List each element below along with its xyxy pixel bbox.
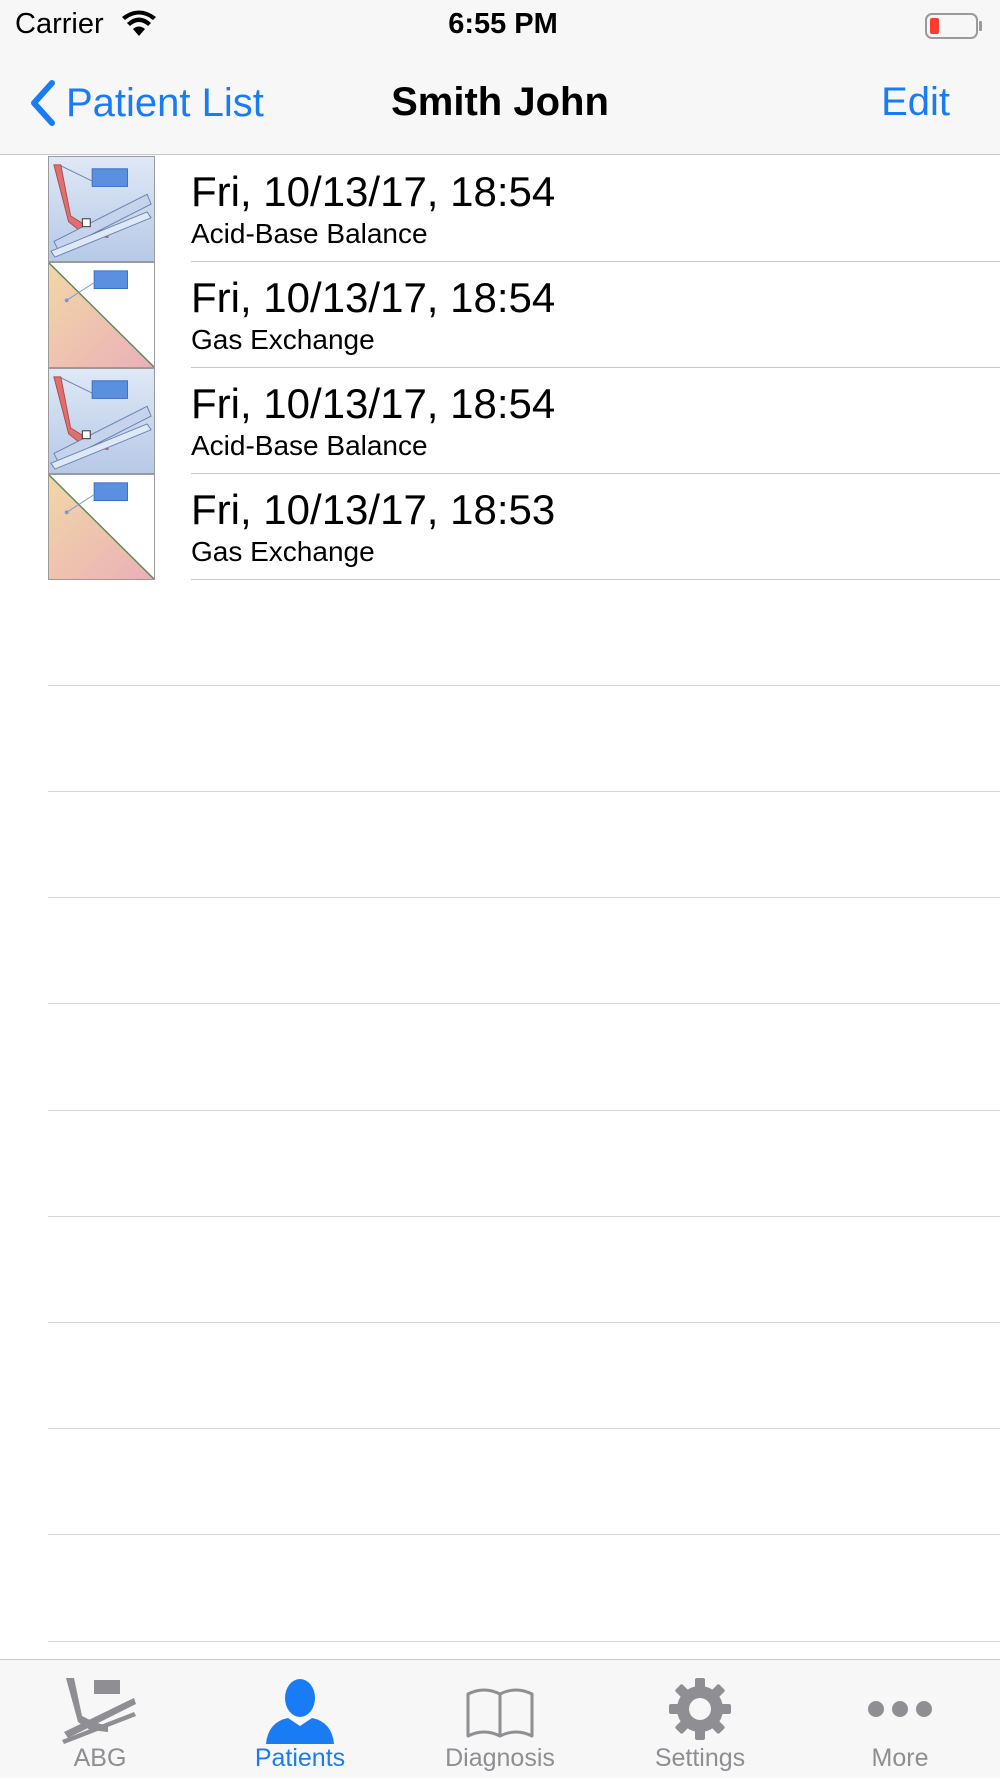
empty-row-divider (48, 791, 1000, 792)
battery-icon (925, 13, 982, 39)
list-item[interactable]: Fri, 10/13/17, 18:54 Gas Exchange (0, 262, 1000, 368)
records-list: Fri, 10/13/17, 18:54 Acid-Base Balance F… (0, 156, 1000, 1659)
gas-exchange-chart-icon (48, 262, 155, 368)
record-date: Fri, 10/13/17, 18:54 (191, 168, 556, 215)
list-item[interactable]: Fri, 10/13/17, 18:54 Acid-Base Balance (0, 368, 1000, 474)
tab-label: Patients (254, 1744, 346, 1772)
acid-base-chart-icon (48, 156, 155, 262)
tab-label: Diagnosis (445, 1744, 555, 1772)
status-bar: Carrier 6:55 PM (0, 0, 1000, 50)
record-type: Gas Exchange (191, 536, 375, 567)
list-item[interactable]: Fri, 10/13/17, 18:54 Acid-Base Balance (0, 156, 1000, 262)
empty-row-divider (48, 1322, 1000, 1323)
record-date: Fri, 10/13/17, 18:54 (191, 274, 556, 321)
tab-label: ABG (73, 1744, 127, 1772)
acid-base-chart-icon (48, 368, 155, 474)
empty-row-divider (48, 1003, 1000, 1004)
tab-bar: ABG Patients Diagnosis Settings More (0, 1659, 1000, 1778)
tab-abg[interactable]: ABG (0, 1660, 200, 1779)
empty-row-divider (48, 1110, 1000, 1111)
empty-row-divider (48, 1428, 1000, 1429)
gear-icon (669, 1678, 731, 1740)
gas-exchange-chart-icon (48, 474, 155, 580)
record-type: Acid-Base Balance (191, 430, 428, 461)
empty-row-divider (48, 897, 1000, 898)
tab-label: Settings (654, 1744, 746, 1772)
list-item[interactable]: Fri, 10/13/17, 18:53 Gas Exchange (0, 474, 1000, 580)
row-divider (191, 579, 1000, 580)
tab-patients[interactable]: Patients (200, 1660, 400, 1779)
record-date: Fri, 10/13/17, 18:53 (191, 486, 556, 533)
navigation-bar: Patient List Smith John Edit (0, 50, 1000, 155)
edit-button[interactable]: Edit (881, 80, 950, 125)
record-date: Fri, 10/13/17, 18:54 (191, 380, 556, 427)
empty-row-divider (48, 1641, 1000, 1642)
person-icon (266, 1679, 334, 1744)
record-type: Gas Exchange (191, 324, 375, 355)
status-time: 6:55 PM (448, 8, 558, 40)
book-icon (466, 1688, 534, 1738)
empty-row-divider (48, 1216, 1000, 1217)
empty-row-divider (48, 1534, 1000, 1535)
tab-diagnosis[interactable]: Diagnosis (400, 1660, 600, 1779)
tab-settings[interactable]: Settings (600, 1660, 800, 1779)
abg-chart-icon (62, 1678, 136, 1744)
tab-more[interactable]: More (800, 1660, 1000, 1779)
record-type: Acid-Base Balance (191, 218, 428, 249)
tab-label: More (871, 1744, 929, 1772)
page-title: Smith John (391, 80, 609, 124)
empty-row-divider (48, 685, 1000, 686)
ellipsis-icon (868, 1701, 932, 1717)
